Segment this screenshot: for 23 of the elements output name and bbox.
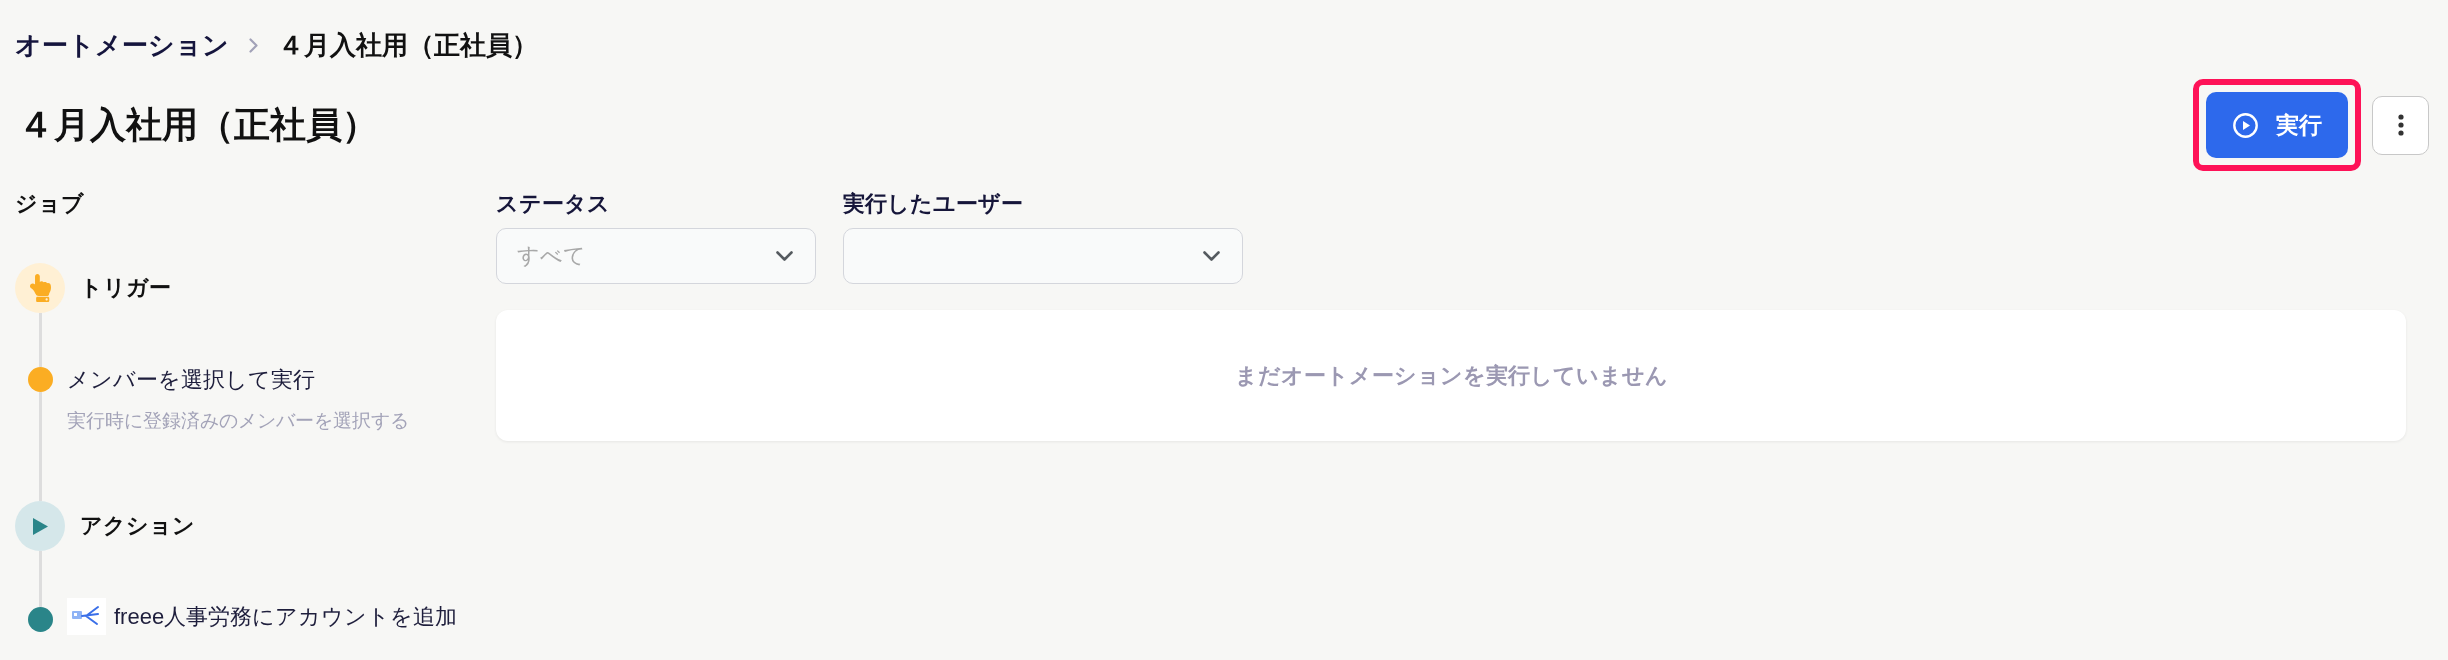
breadcrumb-current: ４月入社用（正社員）: [278, 30, 538, 60]
play-circle-icon: [2232, 112, 2258, 138]
breadcrumb-link[interactable]: オートメーション: [15, 30, 229, 60]
more-menu-button[interactable]: [2372, 95, 2429, 155]
step-heading: アクション: [80, 512, 195, 540]
more-vertical-icon: [2397, 114, 2404, 136]
empty-state-message: まだオートメーションを実行していません: [1234, 361, 1668, 390]
step-item-label[interactable]: メンバーを選択して実行: [67, 366, 315, 393]
page-title: ４月入社用（正社員）: [18, 103, 378, 147]
step-item-description: 実行時に登録済みのメンバーを選択する: [67, 409, 409, 433]
chevron-down-icon: [1203, 251, 1220, 261]
filter-label: 実行したユーザー: [843, 190, 1024, 218]
chevron-right-icon: [249, 37, 258, 53]
step-item-label[interactable]: freee人事労務にアカウントを追加: [114, 603, 458, 630]
run-button[interactable]: 実行: [2206, 92, 2348, 158]
filter-label: ステータス: [496, 190, 611, 218]
play-icon: [15, 501, 65, 551]
dropdown-placeholder: すべて: [517, 243, 586, 269]
sidebar-title: ジョブ: [15, 190, 85, 218]
step-heading: トリガー: [80, 274, 171, 302]
hand-pointer-icon: [15, 263, 65, 313]
filter-dropdown[interactable]: [843, 228, 1243, 284]
chevron-down-icon: [776, 251, 793, 261]
